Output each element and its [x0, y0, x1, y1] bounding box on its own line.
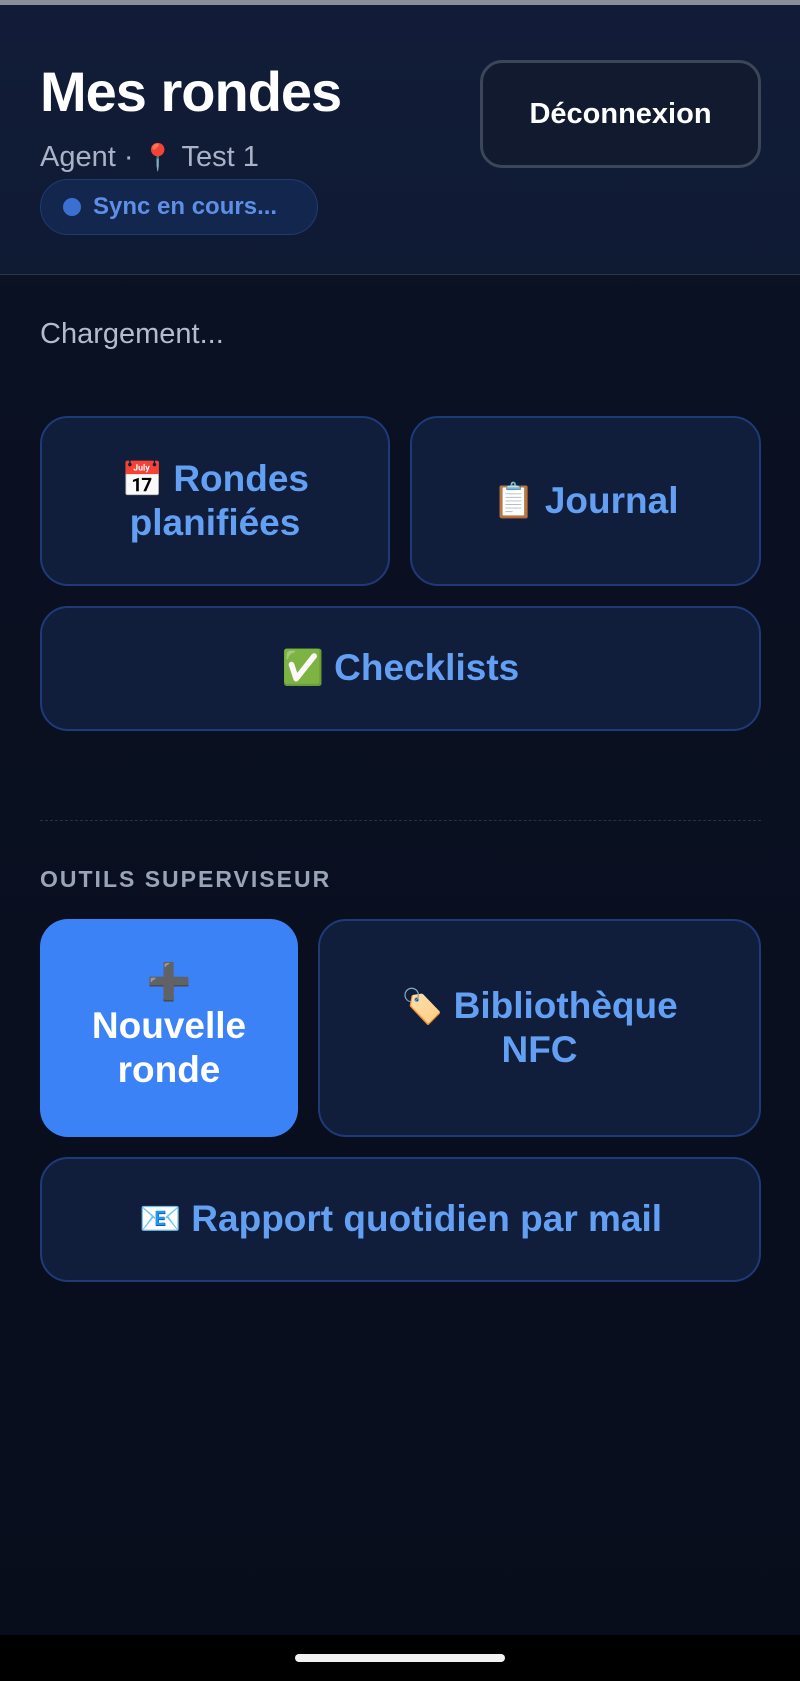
page-title: Mes rondes	[40, 60, 342, 123]
nfc-library-label-wrap: 🏷️ Bibliothèque NFC	[390, 984, 690, 1073]
nfc-library-label: Bibliothèque NFC	[453, 984, 678, 1070]
home-indicator[interactable]	[295, 1654, 505, 1662]
section-divider	[40, 820, 761, 821]
envelope-icon: 📧	[138, 1200, 182, 1239]
tag-icon: 🏷️	[401, 987, 444, 1026]
location-pin-icon: 📍	[141, 142, 174, 172]
header: Mes rondes Agent · 📍 Test 1 Sync en cour…	[0, 5, 800, 275]
journal-label: Journal	[544, 479, 679, 521]
nfc-library-button[interactable]: 🏷️ Bibliothèque NFC	[318, 919, 761, 1137]
clipboard-icon: 📋	[492, 481, 535, 520]
plus-icon: ➕	[146, 960, 192, 1002]
role-label: Agent ·	[40, 141, 134, 173]
checklists-button[interactable]: ✅ Checklists	[40, 606, 761, 731]
check-mark-icon: ✅	[281, 649, 325, 688]
sync-status-badge: Sync en cours...	[40, 179, 318, 235]
planned-rounds-button[interactable]: 📅 Rondes planifiées	[40, 416, 390, 586]
new-round-button[interactable]: ➕ Nouvelle ronde	[40, 919, 298, 1137]
user-context: Agent · 📍 Test 1	[40, 141, 259, 174]
daily-report-label: Rapport quotidien par mail	[191, 1198, 663, 1240]
site-label: Test 1	[181, 141, 259, 173]
supervisor-section-label: OUTILS SUPERVISEUR	[40, 866, 332, 892]
daily-report-button[interactable]: 📧 Rapport quotidien par mail	[40, 1157, 761, 1282]
sync-dot-icon	[63, 198, 81, 216]
sync-status-text: Sync en cours...	[93, 193, 278, 220]
app-screen: Mes rondes Agent · 📍 Test 1 Sync en cour…	[0, 0, 800, 1681]
checklists-label: Checklists	[334, 647, 520, 689]
planned-rounds-label: 📅 Rondes planifiées	[42, 457, 388, 546]
new-round-label: Nouvelle ronde	[91, 1004, 247, 1090]
loading-text: Chargement...	[40, 318, 224, 350]
calendar-icon: 📅	[120, 460, 164, 499]
journal-button[interactable]: 📋 Journal	[410, 416, 761, 586]
logout-button[interactable]: Déconnexion	[480, 60, 761, 168]
